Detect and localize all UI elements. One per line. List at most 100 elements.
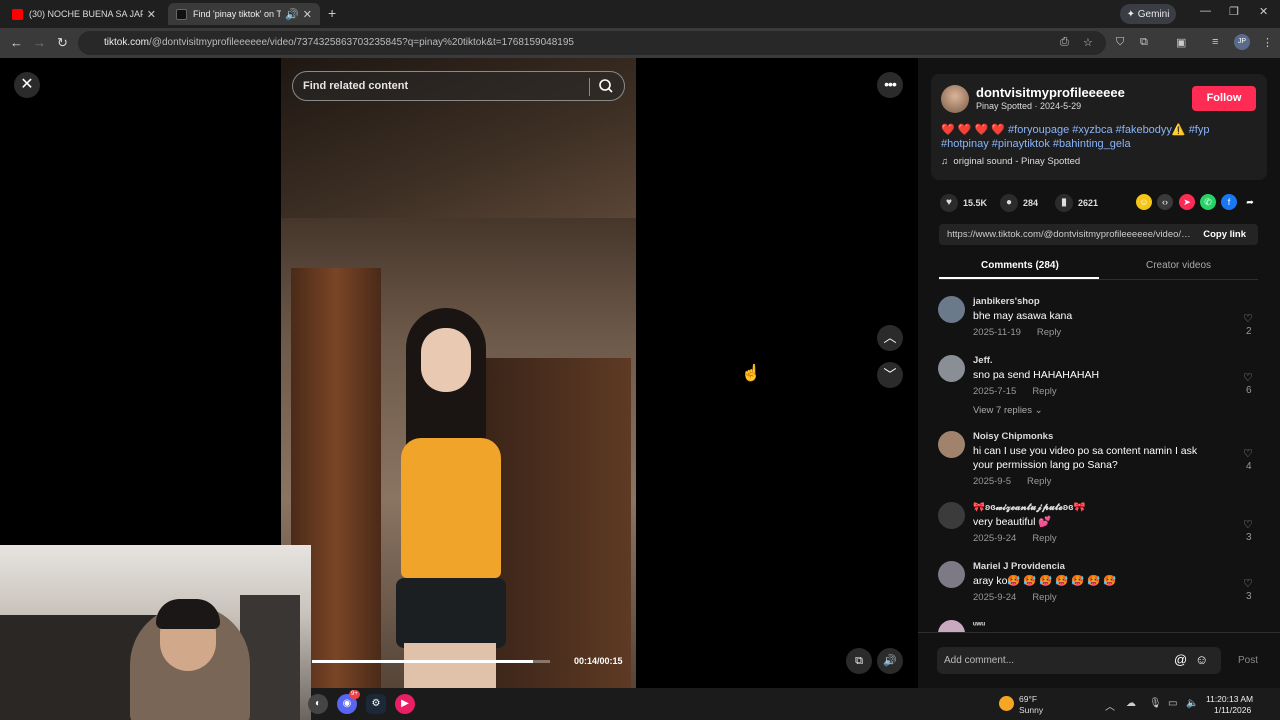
- tab-creator-videos[interactable]: Creator videos: [1146, 260, 1211, 271]
- weather-condition[interactable]: Sunny: [1019, 705, 1043, 715]
- comment-like-icon[interactable]: ♡: [1243, 518, 1253, 531]
- emoji-icon[interactable]: ☺: [1195, 652, 1208, 667]
- author-username[interactable]: dontvisitmyprofileeeeee: [976, 85, 1125, 100]
- new-tab-button[interactable]: +: [328, 5, 336, 21]
- clock-date[interactable]: 1/11/2026: [1214, 705, 1251, 715]
- reply-button[interactable]: Reply: [1032, 592, 1056, 603]
- menu-kebab-icon[interactable]: ⋮: [1262, 36, 1273, 49]
- related-search-input[interactable]: Find related content: [292, 71, 625, 101]
- discord-icon[interactable]: ◉ 9+: [337, 690, 360, 714]
- close-viewer-button[interactable]: ✕: [14, 72, 40, 98]
- comment-bubble-icon: ●: [1000, 194, 1018, 212]
- commenter-avatar[interactable]: [938, 431, 965, 458]
- follow-button[interactable]: Follow: [1192, 86, 1256, 111]
- commenter-username[interactable]: Jeff.: [973, 355, 993, 366]
- send-to-friends-icon[interactable]: ➤: [1179, 194, 1195, 210]
- sun-icon[interactable]: [999, 696, 1014, 711]
- volume-icon[interactable]: 🔊: [877, 648, 903, 674]
- microphone-icon[interactable]: 🎙: [1149, 698, 1162, 709]
- reply-button[interactable]: Reply: [1032, 386, 1056, 397]
- clock-time[interactable]: 11:20:13 AM: [1206, 694, 1253, 704]
- split-view-icon[interactable]: ▣: [1176, 36, 1186, 49]
- commenter-username[interactable]: ᵘʷᵘ: [973, 620, 985, 631]
- tab-title: (30) NOCHE BUENA SA JAPAN: [29, 9, 143, 19]
- commenter-avatar[interactable]: [938, 355, 965, 382]
- weather-temperature[interactable]: 69°F: [1019, 694, 1037, 704]
- close-tab-icon[interactable]: ✕: [147, 8, 156, 21]
- close-tab-icon[interactable]: ✕: [303, 8, 312, 21]
- restore-window-icon[interactable]: ❐: [1229, 5, 1239, 18]
- share-arrow-icon[interactable]: ➦: [1242, 194, 1258, 210]
- share-link-url[interactable]: https://www.tiktok.com/@dontvisitmyprofi…: [947, 229, 1192, 240]
- network-icon[interactable]: ▭: [1168, 698, 1177, 709]
- reply-button[interactable]: Reply: [1027, 476, 1051, 487]
- commenter-avatar[interactable]: [938, 620, 965, 632]
- speaker-icon[interactable]: 🔈: [1186, 698, 1198, 709]
- commenter-username[interactable]: Mariel J Providencia: [973, 561, 1065, 572]
- cloud-icon[interactable]: ☁: [1126, 698, 1136, 709]
- tab-comments[interactable]: Comments (284): [981, 260, 1059, 271]
- commenter-username[interactable]: Noisy Chipmonks: [973, 431, 1053, 442]
- url-host: tiktok.com: [104, 37, 150, 48]
- browser-tab-tiktok[interactable]: Find 'pinay tiktok' on TikTok 🔊 ✕: [168, 3, 320, 25]
- sound-link[interactable]: ♫ original sound - Pinay Spotted: [941, 156, 1080, 167]
- install-app-icon[interactable]: ⎙: [1060, 36, 1069, 49]
- bookmark-star-icon[interactable]: ☆: [1083, 36, 1093, 49]
- facebook-icon[interactable]: f: [1221, 194, 1237, 210]
- comment-meta: 2025-7-15 Reply: [973, 386, 1057, 397]
- video-player[interactable]: [281, 58, 636, 688]
- commenter-avatar[interactable]: [938, 502, 965, 529]
- caption-hashtags-1[interactable]: #foryoupage #xyzbca #fakebodyy: [1008, 124, 1172, 136]
- comment-button[interactable]: ● 284: [1000, 194, 1038, 212]
- embed-icon[interactable]: ‹›: [1157, 194, 1173, 210]
- search-icon[interactable]: [598, 78, 614, 99]
- reload-icon[interactable]: ↻: [57, 35, 68, 51]
- reply-button[interactable]: Reply: [1037, 327, 1061, 338]
- next-video-button[interactable]: ﹀: [877, 362, 903, 388]
- close-window-icon[interactable]: ✕: [1259, 5, 1268, 18]
- more-options-button[interactable]: •••: [877, 72, 903, 98]
- taskbar-app-icon[interactable]: ◐: [308, 694, 328, 714]
- extensions-icon[interactable]: ⧉: [1140, 36, 1148, 49]
- media-player-icon[interactable]: ▶: [395, 694, 415, 714]
- comment-text: aray ko🥵 🥵 🥵 🥵 🥵 🥵 🥵: [973, 575, 1117, 587]
- comment-like-icon[interactable]: ♡: [1243, 577, 1253, 590]
- commenter-avatar[interactable]: [938, 561, 965, 588]
- shield-icon[interactable]: ⛉: [1116, 36, 1124, 49]
- commenter-username[interactable]: janbikers'shop: [973, 296, 1040, 307]
- search-divider: [589, 78, 590, 96]
- caption-hashtags-2[interactable]: #hotpinay #pinaytiktok #bahinting_gela: [941, 138, 1131, 150]
- commenter-username[interactable]: 🎀ʚɞ𝔀𝓲𝔃𝓮𝓪𝓷𝓽𝓾𝓳𝓹𝓾𝓽𝓮ʚɞ🎀: [973, 502, 1085, 513]
- address-bar[interactable]: tiktok.com/@dontvisitmyprofileeeeee/vide…: [78, 31, 1106, 55]
- comment-like-icon[interactable]: ♡: [1243, 371, 1253, 384]
- browser-tab-youtube[interactable]: (30) NOCHE BUENA SA JAPAN ✕: [4, 3, 164, 25]
- add-comment-input[interactable]: Add comment... @ ☺: [937, 647, 1221, 674]
- tab-audio-icon[interactable]: 🔊: [285, 8, 299, 21]
- floating-player-icon[interactable]: ⧉: [846, 648, 872, 674]
- view-replies-button[interactable]: View 7 replies ⌄: [973, 405, 1043, 416]
- post-button[interactable]: Post: [1238, 655, 1258, 666]
- whatsapp-icon[interactable]: ✆: [1200, 194, 1216, 210]
- save-button[interactable]: ▮ 2621: [1055, 194, 1098, 212]
- media-controls-icon[interactable]: ≡: [1212, 36, 1218, 48]
- forward-arrow-icon[interactable]: →: [33, 35, 46, 50]
- mouse-cursor-icon: ☝: [741, 365, 761, 382]
- copy-link-button[interactable]: Copy link: [1203, 229, 1246, 240]
- steam-icon[interactable]: ⚙: [366, 694, 386, 714]
- tray-overflow-icon[interactable]: ︿: [1105, 698, 1115, 713]
- comment-like-icon[interactable]: ♡: [1243, 447, 1253, 460]
- comment-like-icon[interactable]: ♡: [1243, 312, 1253, 325]
- commenter-avatar[interactable]: [938, 296, 965, 323]
- gemini-button[interactable]: ✦ Gemini: [1120, 4, 1176, 24]
- caption-hashtag-fyp[interactable]: #fyp: [1189, 124, 1210, 136]
- profile-avatar[interactable]: JP: [1234, 34, 1250, 50]
- reply-button[interactable]: Reply: [1032, 533, 1056, 544]
- author-avatar[interactable]: [941, 85, 969, 113]
- minimize-window-icon[interactable]: —: [1200, 5, 1211, 17]
- previous-video-button[interactable]: ︿: [877, 325, 903, 351]
- author-sub-separator: ·: [1032, 101, 1041, 111]
- mention-icon[interactable]: @: [1174, 652, 1187, 667]
- share-friends-icon[interactable]: ☺: [1136, 194, 1152, 210]
- back-arrow-icon[interactable]: ←: [10, 35, 23, 50]
- like-button[interactable]: ♥ 15.5K: [940, 194, 987, 212]
